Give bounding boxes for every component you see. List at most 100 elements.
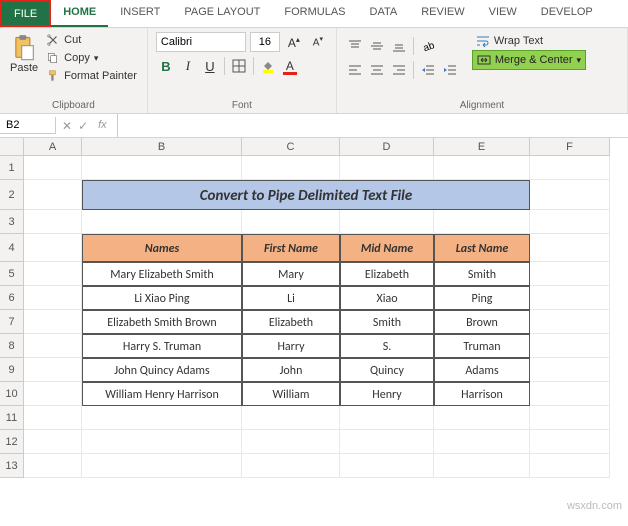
row-header[interactable]: 11: [0, 406, 24, 430]
enter-formula-icon[interactable]: ✓: [78, 119, 88, 133]
cell[interactable]: [24, 180, 82, 210]
align-left-button[interactable]: [345, 60, 365, 80]
cell[interactable]: [340, 156, 434, 180]
col-header[interactable]: C: [242, 138, 340, 156]
header-cell[interactable]: Names: [82, 234, 242, 262]
col-header[interactable]: B: [82, 138, 242, 156]
data-cell[interactable]: Harrison: [434, 382, 530, 406]
row-header[interactable]: 8: [0, 334, 24, 358]
row-header[interactable]: 4: [0, 234, 24, 262]
data-cell[interactable]: Harry S. Truman: [82, 334, 242, 358]
copy-button[interactable]: Copy▾: [44, 50, 139, 66]
data-cell[interactable]: John: [242, 358, 340, 382]
col-header[interactable]: E: [434, 138, 530, 156]
align-right-button[interactable]: [389, 60, 409, 80]
row-header[interactable]: 10: [0, 382, 24, 406]
data-cell[interactable]: Elizabeth Smith Brown: [82, 310, 242, 334]
row-header[interactable]: 6: [0, 286, 24, 310]
cell[interactable]: [24, 334, 82, 358]
cell[interactable]: [530, 234, 610, 262]
data-cell[interactable]: Quincy: [340, 358, 434, 382]
cell[interactable]: [24, 454, 82, 478]
cell[interactable]: [530, 210, 610, 234]
data-cell[interactable]: Henry: [340, 382, 434, 406]
row-header[interactable]: 3: [0, 210, 24, 234]
cell[interactable]: [530, 262, 610, 286]
row-header[interactable]: 12: [0, 430, 24, 454]
cell[interactable]: [530, 430, 610, 454]
cell[interactable]: [530, 406, 610, 430]
cell[interactable]: [434, 406, 530, 430]
tab-data[interactable]: DATA: [358, 0, 410, 27]
tab-developer[interactable]: DEVELOP: [529, 0, 605, 27]
row-header[interactable]: 1: [0, 156, 24, 180]
borders-button[interactable]: [229, 56, 249, 76]
cell[interactable]: [530, 334, 610, 358]
data-cell[interactable]: Truman: [434, 334, 530, 358]
cell[interactable]: [24, 286, 82, 310]
header-cell[interactable]: Mid Name: [340, 234, 434, 262]
data-cell[interactable]: Smith: [434, 262, 530, 286]
format-painter-button[interactable]: Format Painter: [44, 68, 139, 84]
data-cell[interactable]: Mary: [242, 262, 340, 286]
data-cell[interactable]: William: [242, 382, 340, 406]
cell[interactable]: [24, 156, 82, 180]
data-cell[interactable]: William Henry Harrison: [82, 382, 242, 406]
cell[interactable]: [530, 382, 610, 406]
cell[interactable]: [242, 210, 340, 234]
name-box[interactable]: [0, 117, 56, 134]
underline-button[interactable]: U: [200, 56, 220, 76]
wrap-text-button[interactable]: Wrap Text: [472, 32, 586, 50]
decrease-indent-button[interactable]: [418, 60, 438, 80]
font-size-select[interactable]: [250, 32, 280, 52]
data-cell[interactable]: Li Xiao Ping: [82, 286, 242, 310]
tab-file[interactable]: FILE: [0, 0, 51, 27]
font-color-button[interactable]: A: [280, 56, 300, 76]
cell[interactable]: [434, 454, 530, 478]
tab-view[interactable]: VIEW: [477, 0, 529, 27]
data-cell[interactable]: Adams: [434, 358, 530, 382]
paste-button[interactable]: Paste: [8, 32, 40, 76]
tab-formulas[interactable]: FORMULAS: [272, 0, 357, 27]
cell[interactable]: [530, 358, 610, 382]
data-cell[interactable]: Li: [242, 286, 340, 310]
decrease-font-button[interactable]: A▾: [308, 32, 328, 52]
cell[interactable]: [82, 454, 242, 478]
fill-color-button[interactable]: [258, 56, 278, 76]
data-cell[interactable]: Harry: [242, 334, 340, 358]
cell[interactable]: [340, 430, 434, 454]
fx-icon[interactable]: fx: [94, 119, 111, 133]
header-cell[interactable]: Last Name: [434, 234, 530, 262]
row-header[interactable]: 2: [0, 180, 24, 210]
tab-page-layout[interactable]: PAGE LAYOUT: [172, 0, 272, 27]
cell[interactable]: [530, 454, 610, 478]
cell[interactable]: [82, 156, 242, 180]
cut-button[interactable]: Cut: [44, 32, 139, 48]
data-cell[interactable]: Ping: [434, 286, 530, 310]
col-header[interactable]: F: [530, 138, 610, 156]
cell[interactable]: [530, 310, 610, 334]
data-cell[interactable]: John Quincy Adams: [82, 358, 242, 382]
row-header[interactable]: 5: [0, 262, 24, 286]
align-top-button[interactable]: [345, 36, 365, 56]
select-all-corner[interactable]: [0, 138, 24, 156]
data-cell[interactable]: Xiao: [340, 286, 434, 310]
orientation-button[interactable]: ab: [418, 36, 438, 56]
row-header[interactable]: 13: [0, 454, 24, 478]
cell[interactable]: [24, 382, 82, 406]
row-header[interactable]: 7: [0, 310, 24, 334]
tab-home[interactable]: HOME: [51, 0, 108, 27]
cell[interactable]: [82, 210, 242, 234]
cell[interactable]: [340, 454, 434, 478]
cell[interactable]: [530, 180, 610, 210]
data-cell[interactable]: Elizabeth: [340, 262, 434, 286]
cell[interactable]: [24, 234, 82, 262]
cell[interactable]: [340, 210, 434, 234]
cell[interactable]: [24, 406, 82, 430]
cell[interactable]: [24, 310, 82, 334]
bold-button[interactable]: B: [156, 56, 176, 76]
cell[interactable]: [434, 210, 530, 234]
data-cell[interactable]: S.: [340, 334, 434, 358]
col-header[interactable]: A: [24, 138, 82, 156]
italic-button[interactable]: I: [178, 56, 198, 76]
